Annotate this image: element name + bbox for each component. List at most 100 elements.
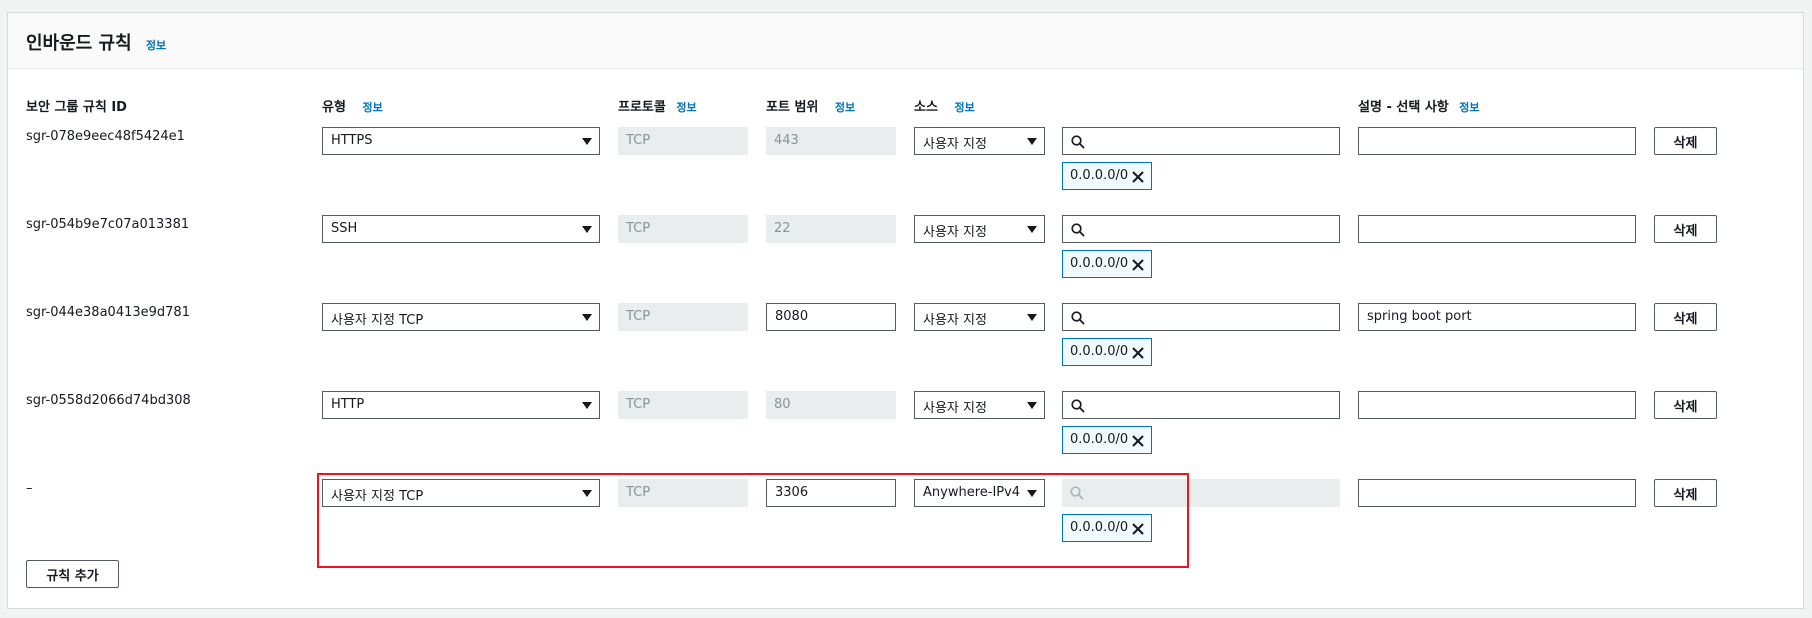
source-select[interactable]: 사용자 지정 (914, 127, 1045, 155)
type-select[interactable]: 사용자 지정 TCP (322, 479, 600, 507)
col-head-description: 설명 - 선택 사항 정보 (1358, 96, 1480, 115)
col-head-type: 유형 정보 (322, 96, 383, 115)
port-range-input[interactable]: 3306 (766, 479, 896, 507)
delete-button[interactable]: 삭제 (1654, 215, 1717, 243)
col-head-source-label: 소스 (914, 100, 938, 115)
col-head-protocol: 프로토콜 정보 (618, 96, 697, 115)
description-input[interactable] (1358, 479, 1636, 507)
cidr-search-input[interactable] (1062, 215, 1340, 243)
close-icon[interactable] (1132, 171, 1144, 183)
port-range-field: 443 (766, 127, 896, 155)
cidr-token: 0.0.0.0/0 (1062, 250, 1152, 278)
type-select-value: HTTP (331, 397, 365, 412)
type-select-value: 사용자 지정 TCP (331, 489, 424, 504)
panel-title: 인바운드 규칙 정보 (26, 29, 166, 55)
caret-down-icon (1027, 402, 1037, 409)
caret-down-icon (582, 138, 592, 145)
delete-button[interactable]: 삭제 (1654, 479, 1717, 507)
cidr-search-input[interactable] (1062, 127, 1340, 155)
cidr-search-input[interactable] (1062, 391, 1340, 419)
source-select-value: 사용자 지정 (923, 137, 987, 152)
source-select-value: 사용자 지정 (923, 313, 987, 328)
cidr-search-input[interactable] (1062, 303, 1340, 331)
add-rule-button[interactable]: 규칙 추가 (26, 560, 119, 588)
rule-id: sgr-044e38a0413e9d781 (26, 305, 190, 320)
protocol-field: TCP (618, 127, 748, 155)
source-select-value: 사용자 지정 (923, 401, 987, 416)
cidr-token-value: 0.0.0.0/0 (1070, 256, 1129, 271)
protocol-field: TCP (618, 215, 748, 243)
caret-down-icon (582, 490, 592, 497)
source-info-link[interactable]: 정보 (954, 101, 974, 114)
caret-down-icon (1027, 490, 1037, 497)
search-icon (1071, 223, 1085, 237)
col-head-port-range: 포트 범위 정보 (766, 96, 855, 115)
col-head-description-label: 설명 - 선택 사항 (1358, 100, 1449, 115)
source-select-value: 사용자 지정 (923, 225, 987, 240)
protocol-field: TCP (618, 303, 748, 331)
port-range-field: 22 (766, 215, 896, 243)
port-range-field: 80 (766, 391, 896, 419)
description-input[interactable]: spring boot port (1358, 303, 1636, 331)
caret-down-icon (582, 402, 592, 409)
caret-down-icon (582, 314, 592, 321)
port-range-info-link[interactable]: 정보 (835, 101, 855, 114)
cidr-token-value: 0.0.0.0/0 (1070, 432, 1129, 447)
source-select[interactable]: Anywhere-IPv4 (914, 479, 1045, 507)
type-info-link[interactable]: 정보 (362, 101, 382, 114)
delete-button[interactable]: 삭제 (1654, 391, 1717, 419)
source-select[interactable]: 사용자 지정 (914, 391, 1045, 419)
cidr-token-value: 0.0.0.0/0 (1070, 520, 1129, 535)
source-select-value: Anywhere-IPv4 (923, 485, 1021, 500)
port-range-input[interactable]: 8080 (766, 303, 896, 331)
cidr-token: 0.0.0.0/0 (1062, 338, 1152, 366)
search-icon (1071, 311, 1085, 325)
col-head-type-label: 유형 (322, 100, 346, 115)
type-select[interactable]: SSH (322, 215, 600, 243)
cidr-search-input-disabled (1062, 479, 1340, 507)
cidr-token: 0.0.0.0/0 (1062, 426, 1152, 454)
protocol-info-link[interactable]: 정보 (676, 101, 696, 114)
rule-id: sgr-0558d2066d74bd308 (26, 393, 191, 408)
rule-id: sgr-054b9e7c07a013381 (26, 217, 190, 232)
description-input[interactable] (1358, 391, 1636, 419)
col-head-port-range-label: 포트 범위 (766, 100, 819, 115)
caret-down-icon (1027, 314, 1037, 321)
close-icon[interactable] (1132, 435, 1144, 447)
col-head-rule-id-label: 보안 그룹 규칙 ID (26, 100, 127, 115)
panel-title-text: 인바운드 규칙 (26, 33, 132, 54)
search-icon (1071, 135, 1085, 149)
close-icon[interactable] (1132, 259, 1144, 271)
source-select[interactable]: 사용자 지정 (914, 303, 1045, 331)
description-info-link[interactable]: 정보 (1459, 101, 1479, 114)
protocol-field: TCP (618, 391, 748, 419)
type-select-value: HTTPS (331, 133, 373, 148)
cidr-token-value: 0.0.0.0/0 (1070, 168, 1129, 183)
caret-down-icon (1027, 226, 1037, 233)
col-head-protocol-label: 프로토콜 (618, 100, 666, 115)
close-icon[interactable] (1132, 347, 1144, 359)
protocol-field: TCP (618, 479, 748, 507)
inbound-rules-panel: 인바운드 규칙 정보 보안 그룹 규칙 ID 유형 정보 프로토콜 정보 포트 … (7, 12, 1804, 609)
type-select[interactable]: 사용자 지정 TCP (322, 303, 600, 331)
search-icon (1071, 399, 1085, 413)
cidr-token: 0.0.0.0/0 (1062, 162, 1152, 190)
description-input[interactable] (1358, 127, 1636, 155)
panel-info-link[interactable]: 정보 (146, 39, 166, 52)
type-select[interactable]: HTTP (322, 391, 600, 419)
search-icon (1070, 486, 1084, 500)
rule-id: sgr-078e9eec48f5424e1 (26, 129, 185, 144)
delete-button[interactable]: 삭제 (1654, 303, 1717, 331)
source-select[interactable]: 사용자 지정 (914, 215, 1045, 243)
rule-id: – (26, 481, 33, 496)
type-select-value: SSH (331, 221, 358, 236)
delete-button[interactable]: 삭제 (1654, 127, 1717, 155)
close-icon[interactable] (1132, 523, 1144, 535)
caret-down-icon (582, 226, 592, 233)
panel-header: 인바운드 규칙 정보 (8, 13, 1803, 69)
type-select[interactable]: HTTPS (322, 127, 600, 155)
cidr-token: 0.0.0.0/0 (1062, 514, 1152, 542)
type-select-value: 사용자 지정 TCP (331, 313, 424, 328)
cidr-token-value: 0.0.0.0/0 (1070, 344, 1129, 359)
description-input[interactable] (1358, 215, 1636, 243)
